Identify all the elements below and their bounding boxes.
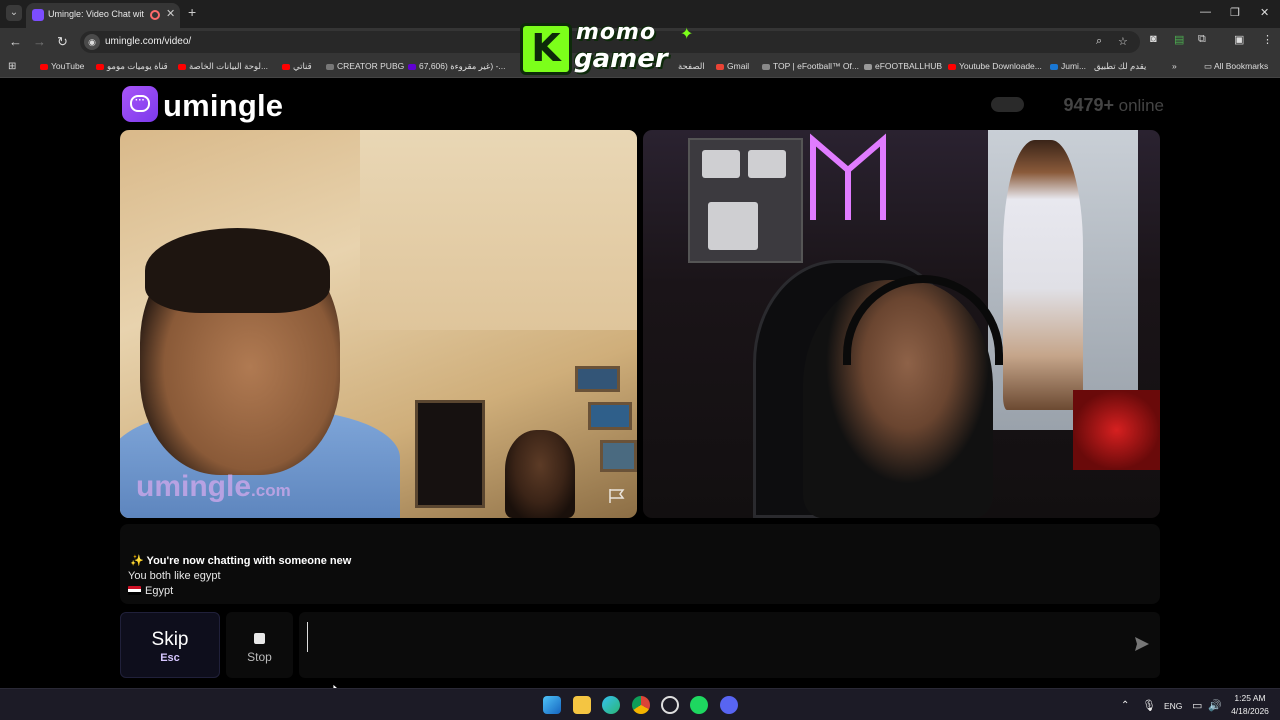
bookmark-item[interactable]: eFOOTBALLHUB [864, 61, 942, 71]
watermark-bottom-text: gamer [574, 44, 668, 74]
partner-video: umingle.com [120, 130, 637, 518]
menu-kebab-icon[interactable]: ⋮ [1262, 33, 1273, 46]
folder-icon: ▭ [1204, 61, 1214, 71]
reload-button[interactable]: ↻ [57, 34, 68, 50]
file-explorer-icon[interactable] [573, 696, 591, 714]
bookmark-item[interactable]: Gmail [716, 61, 749, 71]
site-info-icon[interactable]: ◉ [84, 34, 100, 50]
room-wall [360, 130, 637, 330]
standing-person [1003, 140, 1083, 410]
start-windows-icon[interactable] [543, 696, 561, 714]
forward-button[interactable]: → [33, 34, 46, 49]
extension-icon[interactable]: ▤ [1174, 33, 1184, 46]
momo-gamer-watermark-logo: K momo gamer ✦ [520, 20, 698, 78]
bookmark-item[interactable]: يقدم لك تطبيق [1094, 61, 1146, 72]
bookmark-item[interactable]: Jumi... [1050, 61, 1086, 71]
all-bookmarks-folder[interactable]: ▭ All Bookmarks [1204, 61, 1268, 72]
extensions-puzzle-icon[interactable]: ⧉ [1198, 33, 1206, 46]
bookmarks-overflow-icon[interactable]: » [1172, 61, 1177, 71]
skip-label: Skip [151, 629, 189, 650]
video-watermark: umingle.com [136, 470, 291, 503]
network-icon[interactable]: ▭ [1192, 699, 1202, 712]
bookmark-item[interactable]: TOP | eFootball™ Of... [762, 61, 859, 71]
partner-hair [145, 228, 330, 313]
bookmark-item[interactable]: لوحة البيانات الخاصة... [178, 61, 268, 72]
volume-icon[interactable]: 🔊 [1208, 699, 1222, 712]
watermark-letter: K [520, 23, 572, 75]
wall-frame [600, 440, 637, 472]
background-person [505, 430, 575, 518]
egypt-flag-icon [128, 586, 141, 595]
shelf [688, 138, 803, 263]
umingle-favicon-icon [32, 9, 44, 21]
stop-button[interactable]: Stop [226, 612, 293, 678]
watermark-top-text: momo [576, 20, 657, 45]
close-tab-icon[interactable]: ✕ [166, 7, 175, 20]
discord-icon[interactable] [720, 696, 738, 714]
camera-extension-icon[interactable]: ◙ [1150, 33, 1157, 45]
minimize-window-button[interactable]: — [1200, 6, 1211, 18]
recording-indicator-icon [150, 10, 160, 20]
stop-icon [254, 633, 265, 644]
spotify-icon[interactable] [690, 696, 708, 714]
clock-time[interactable]: 1:25 AM [1228, 693, 1272, 703]
online-toggle[interactable] [991, 97, 1024, 112]
message-input[interactable] [307, 622, 1107, 652]
sparkle-icon: ✦ [680, 26, 694, 43]
restore-window-button[interactable]: ❐ [1230, 6, 1240, 19]
windows-taskbar: ⌃ 🎙 ENG ▭ 🔊 1:25 AM 4/18/2026 [0, 688, 1280, 720]
online-indicator: 9479+ online [991, 95, 1164, 117]
wall-frame [415, 400, 485, 508]
message-composer [299, 612, 1160, 678]
microphone-icon[interactable]: 🎙 [1142, 699, 1156, 712]
new-tab-button[interactable]: + [188, 4, 196, 20]
skip-shortcut: Esc [160, 652, 180, 664]
self-video [643, 130, 1160, 518]
bookmark-item[interactable]: Youtube Downloade... [948, 61, 1042, 71]
bookmark-item[interactable]: قناتي [282, 61, 312, 72]
online-label: online [1118, 96, 1164, 115]
app-icon[interactable] [661, 696, 679, 714]
bookmark-item[interactable]: 67,606) غير مقروءة) -... [408, 61, 505, 72]
language-indicator[interactable]: ENG [1164, 701, 1182, 711]
tray-overflow-icon[interactable]: ⌃ [1121, 700, 1129, 711]
chat-system-message: ✨ You're now chatting with someone new [130, 555, 352, 567]
edge-icon[interactable] [602, 696, 620, 714]
skip-button[interactable]: Skip Esc [120, 612, 220, 678]
send-icon[interactable] [1134, 636, 1150, 652]
chat-log: ✨ You're now chatting with someone new Y… [120, 524, 1160, 604]
stop-label: Stop [247, 650, 272, 664]
bookmark-item[interactable]: قناة يوميات مومو [96, 61, 168, 72]
url-text: umingle.com/video/ [105, 36, 192, 47]
chrome-icon[interactable] [632, 696, 650, 714]
chat-country: Egypt [128, 585, 173, 597]
umingle-page: ··· umingle 9479+ online umingle.com ✨ Y… [0, 79, 1280, 698]
clock-date[interactable]: 4/18/2026 [1226, 706, 1274, 716]
bookmark-item[interactable]: YouTube [40, 61, 84, 71]
browser-tab[interactable]: Umingle: Video Chat with S ✕ [26, 3, 180, 28]
online-count: 9479+ [1063, 95, 1114, 115]
bookmark-item[interactable]: CREATOR PUBG [326, 61, 404, 71]
neon-logo [810, 133, 886, 220]
chat-bubble-logo-icon: ··· [122, 86, 158, 122]
zoom-icon[interactable]: ⌕ [1096, 35, 1102, 48]
logo-text: umingle [163, 88, 284, 123]
tab-search-chevron-icon[interactable]: ⌄ [6, 5, 22, 21]
report-flag-icon[interactable] [608, 488, 626, 504]
bookmark-star-icon[interactable]: ☆ [1118, 35, 1128, 48]
back-button[interactable]: ← [9, 34, 22, 49]
apps-grid-icon[interactable]: ⊞ [8, 61, 16, 72]
close-window-button[interactable]: ✕ [1260, 6, 1269, 19]
wall-frame [588, 402, 632, 430]
profile-avatar-icon[interactable]: ▣ [1234, 33, 1244, 46]
wall-frame [575, 366, 620, 392]
tab-title: Umingle: Video Chat with S [48, 9, 144, 19]
red-light [1073, 390, 1160, 470]
chat-common-interest: You both like egypt [128, 570, 221, 582]
